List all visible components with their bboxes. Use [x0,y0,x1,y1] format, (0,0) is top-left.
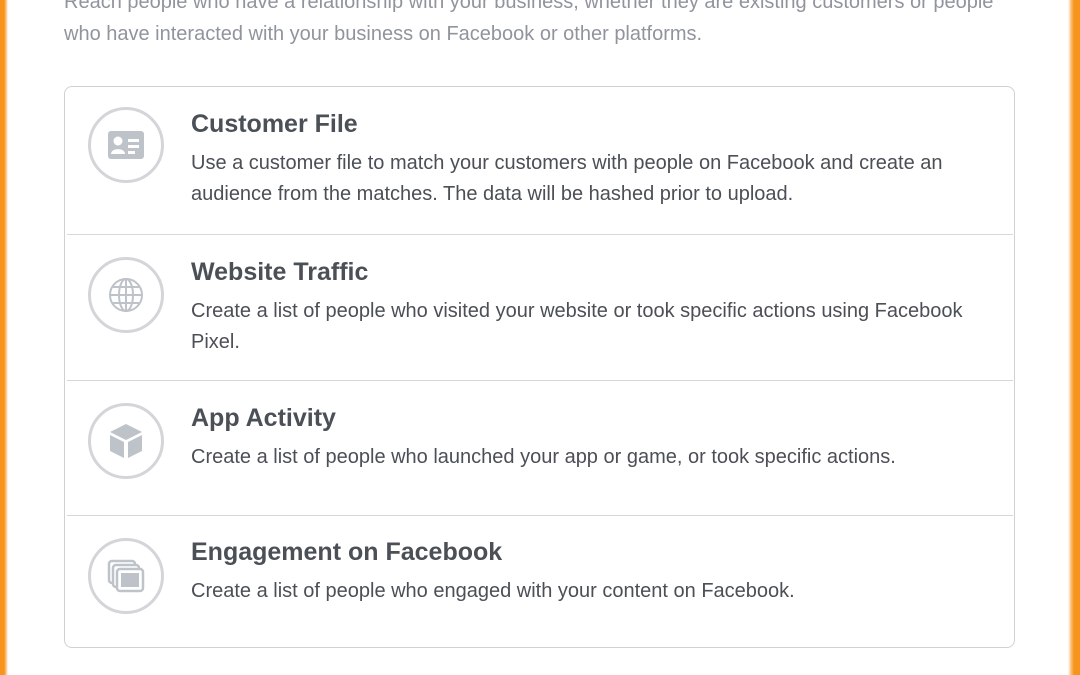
globe-icon-circle [88,257,164,333]
cube-icon [110,424,142,458]
cube-icon-circle [88,403,164,479]
highlight-border-left [0,0,8,675]
option-description: Create a list of people who launched you… [191,446,896,468]
option-title: Customer File [191,110,358,138]
intro-description: Reach people who have a relationship wit… [64,0,994,45]
globe-icon [109,278,143,312]
dialog-frame: Reach people who have a relationship wit… [0,0,1080,675]
option-title: Website Traffic [191,258,369,286]
option-website-traffic[interactable]: Website Traffic Create a list of people … [65,235,1014,380]
stacked-posts-icon [107,559,145,593]
stacked-posts-icon-circle [88,538,164,614]
option-title: Engagement on Facebook [191,538,503,566]
option-title: App Activity [191,404,336,432]
option-customer-file[interactable]: Customer File Use a customer file to mat… [65,87,1014,234]
contact-card-icon [108,131,144,159]
option-description: Create a list of people who engaged with… [191,580,795,602]
highlight-border-right [1068,0,1080,675]
option-description: Use a customer file to match your custom… [191,152,943,205]
option-engagement-on-facebook[interactable]: Engagement on Facebook Create a list of … [65,516,1014,647]
option-description: Create a list of people who visited your… [191,300,963,353]
option-app-activity[interactable]: App Activity Create a list of people who… [65,381,1014,515]
contact-card-icon-circle [88,107,164,183]
audience-source-list: Customer File Use a customer file to mat… [64,86,1015,648]
